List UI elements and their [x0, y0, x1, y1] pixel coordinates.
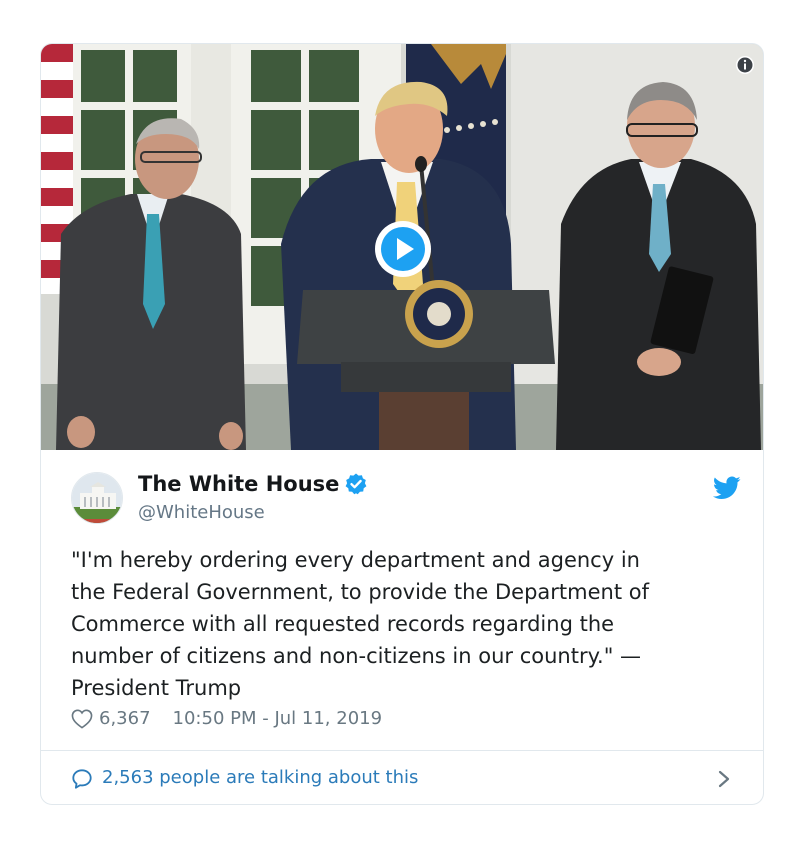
author-handle[interactable]: @WhiteHouse — [138, 502, 265, 523]
conversation-link[interactable]: 2,563 people are talking about this — [102, 767, 418, 788]
white-house-avatar-image — [72, 473, 122, 523]
heart-icon[interactable] — [71, 709, 93, 729]
speech-bubble-icon — [72, 769, 92, 789]
conversation-footer[interactable]: 2,563 people are talking about this — [41, 751, 763, 804]
tweet-timestamp[interactable]: 10:50 PM - Jul 11, 2019 — [173, 708, 383, 729]
author-display-name[interactable]: The White House — [138, 472, 339, 496]
embedded-tweet-card[interactable]: The White House @WhiteHouse "I'm hereby … — [40, 43, 764, 805]
tweet-author-header: The White House @WhiteHouse — [71, 472, 741, 528]
twitter-bird-icon[interactable] — [713, 476, 741, 500]
chevron-right-icon[interactable] — [717, 769, 731, 789]
verified-badge-icon — [346, 473, 367, 495]
like-count[interactable]: 6,367 — [99, 708, 151, 729]
tweet-meta: 6,367 10:50 PM - Jul 11, 2019 — [71, 708, 382, 729]
tweet-video-thumbnail[interactable] — [41, 44, 763, 450]
play-icon[interactable] — [374, 220, 432, 278]
author-avatar[interactable] — [71, 472, 123, 524]
info-icon[interactable] — [735, 55, 755, 75]
tweet-text: "I'm hereby ordering every department an… — [71, 548, 649, 700]
